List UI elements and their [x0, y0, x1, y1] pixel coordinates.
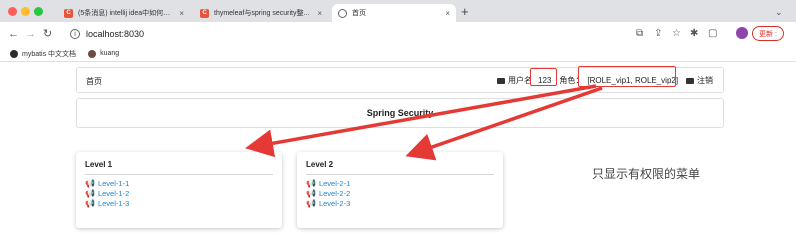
link-label: Level-1-2 [97, 189, 130, 198]
card-divider [306, 174, 494, 175]
new-tab-button[interactable]: + [461, 4, 469, 20]
bookmark-label: mybatis 中文文档 [22, 50, 77, 58]
link-label: Level-1-1 [97, 179, 130, 188]
bookmark-favicon-icon [88, 49, 97, 58]
browser-tab-active[interactable]: 首页 × [332, 4, 456, 22]
logout-button[interactable]: 注销 [686, 75, 713, 86]
bookmarks-bar: mybatis 中文文档 kuang [0, 46, 796, 62]
card-divider [85, 174, 273, 175]
roles-highlight-box [578, 66, 676, 87]
browser-tab-1[interactable]: C (5条消息) intellij idea中如何快... × [58, 4, 190, 22]
level-2-card: Level 2 📢 Level-2-1 📢 Level-2-2 📢 Level-2-3 [297, 152, 503, 228]
extensions-icon[interactable]: ✱ [690, 28, 698, 40]
menu-link-level-2-3[interactable]: 📢 Level-2-3 [306, 199, 350, 209]
menu-link-level-2-2[interactable]: 📢 Level-2-2 [306, 189, 350, 199]
forward-arrow-icon[interactable]: → [25, 27, 36, 41]
link-label: Level-1-3 [97, 199, 130, 208]
close-icon[interactable]: × [179, 9, 184, 18]
menu-link-level-2-1[interactable]: 📢 Level-2-1 [306, 179, 350, 189]
tab-title: thymeleaf与spring security整... [214, 10, 310, 17]
bullhorn-icon: 📢 [306, 199, 316, 208]
bookmark-mybatis[interactable]: mybatis 中文文档 [10, 49, 76, 59]
share-icon[interactable]: ⇪ [654, 28, 662, 40]
back-arrow-icon[interactable]: ← [8, 27, 19, 41]
minimize-window-button[interactable] [21, 7, 30, 16]
browser-toolbar: ← → ↻ i localhost:8030 ⧉ ⇪ ☆ ✱ ▢ 更新 : [0, 22, 796, 46]
page-content: 首页 用户名 123 角色 ： [ROLE_vip1, ROLE_vip2] 注… [0, 62, 796, 248]
link-label: Level-2-2 [318, 189, 351, 198]
close-icon[interactable]: × [317, 9, 322, 18]
reload-icon[interactable]: ↻ [43, 27, 52, 41]
username-highlight-box [530, 68, 557, 86]
username-label: 用户名 [508, 76, 532, 85]
bookmark-favicon-icon [10, 49, 18, 58]
annotation-note: 只显示有权限的菜单 [592, 167, 701, 181]
card-title: Level 2 [306, 160, 334, 169]
browser-tab-2[interactable]: C thymeleaf与spring security整... × [194, 4, 328, 22]
menu-link-level-1-2[interactable]: 📢 Level-1-2 [85, 189, 129, 199]
bullhorn-icon: 📢 [85, 179, 95, 188]
logout-label: 注销 [697, 76, 713, 85]
address-bar[interactable]: i localhost:8030 [70, 25, 590, 43]
profile-avatar[interactable] [736, 27, 748, 39]
bullhorn-icon: 📢 [306, 189, 316, 198]
home-link[interactable]: 首页 [86, 76, 102, 87]
page-banner: Spring Security [76, 98, 724, 128]
bookmark-label: kuang [100, 50, 120, 57]
role-label: 角色 [559, 76, 576, 85]
id-card-icon [686, 77, 694, 84]
csdn-favicon-icon: C [64, 8, 73, 18]
card-menu: 📢 Level-1-1 📢 Level-1-2 📢 Level-1-3 [85, 179, 129, 209]
id-card-icon [497, 77, 505, 84]
link-label: Level-2-1 [318, 179, 351, 188]
info-icon[interactable]: i [70, 29, 80, 39]
chevron-down-icon[interactable]: ⌄ [775, 7, 783, 18]
close-window-button[interactable] [8, 7, 17, 16]
browser-tab-bar: C (5条消息) intellij idea中如何快... × C thymel… [0, 0, 796, 22]
csdn-favicon-icon: C [200, 8, 209, 18]
sidebar-icon[interactable]: ▢ [708, 28, 717, 40]
bullhorn-icon: 📢 [306, 179, 316, 188]
level-1-card: Level 1 📢 Level-1-1 📢 Level-1-2 📢 Level-1-3 [76, 152, 282, 228]
tab-title: 首页 [352, 10, 366, 17]
globe-icon [338, 8, 347, 18]
banner-title: Spring Security [366, 108, 434, 118]
card-menu: 📢 Level-2-1 📢 Level-2-2 📢 Level-2-3 [306, 179, 350, 209]
bullhorn-icon: 📢 [85, 199, 95, 208]
update-button[interactable]: 更新 : [752, 26, 784, 41]
menu-link-level-1-3[interactable]: 📢 Level-1-3 [85, 199, 129, 209]
tab-title: (5条消息) intellij idea中如何快... [78, 10, 174, 17]
maximize-window-button[interactable] [34, 7, 43, 16]
url-text: localhost:8030 [86, 29, 145, 39]
bookmark-kuang[interactable]: kuang [88, 49, 120, 58]
bullhorn-icon: 📢 [85, 189, 95, 198]
menu-link-level-1-1[interactable]: 📢 Level-1-1 [85, 179, 129, 189]
star-icon[interactable]: ☆ [672, 28, 681, 40]
link-label: Level-2-3 [318, 199, 351, 208]
translate-icon[interactable]: ⧉ [636, 28, 643, 40]
close-icon[interactable]: × [445, 9, 450, 18]
card-title: Level 1 [85, 160, 113, 169]
